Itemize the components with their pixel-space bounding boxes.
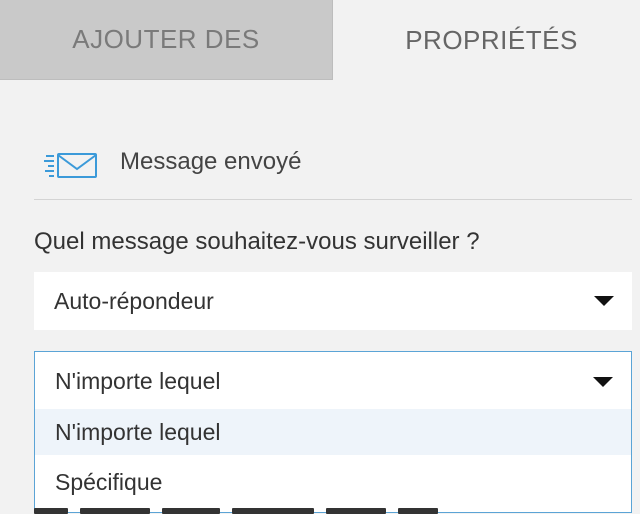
obscured-text-line <box>34 508 454 514</box>
tab-bar: AJOUTER DES PROPRIÉTÉS <box>0 0 640 80</box>
message-select[interactable]: N'importe lequel <box>34 351 632 411</box>
chevron-down-icon <box>594 296 614 306</box>
tab-add-elements[interactable]: AJOUTER DES <box>0 0 333 80</box>
tab-properties[interactable]: PROPRIÉTÉS <box>333 0 640 80</box>
trigger-header: Message envoyé <box>34 130 632 200</box>
tab-add-label: AJOUTER DES <box>72 24 260 54</box>
option-specific[interactable]: Spécifique <box>35 459 631 505</box>
message-select-options: N'importe lequel Spécifique <box>34 409 632 513</box>
trigger-title: Message envoyé <box>120 147 302 175</box>
question-label: Quel message souhaitez-vous surveiller ? <box>34 228 480 255</box>
message-type-select[interactable]: Auto-répondeur <box>34 272 632 330</box>
chevron-down-icon <box>593 376 613 387</box>
tab-properties-label: PROPRIÉTÉS <box>405 24 578 55</box>
option-any[interactable]: N'importe lequel <box>35 409 631 455</box>
sent-mail-icon <box>44 152 97 178</box>
message-type-value: Auto-répondeur <box>54 287 214 314</box>
message-select-value: N'importe lequel <box>55 368 221 394</box>
